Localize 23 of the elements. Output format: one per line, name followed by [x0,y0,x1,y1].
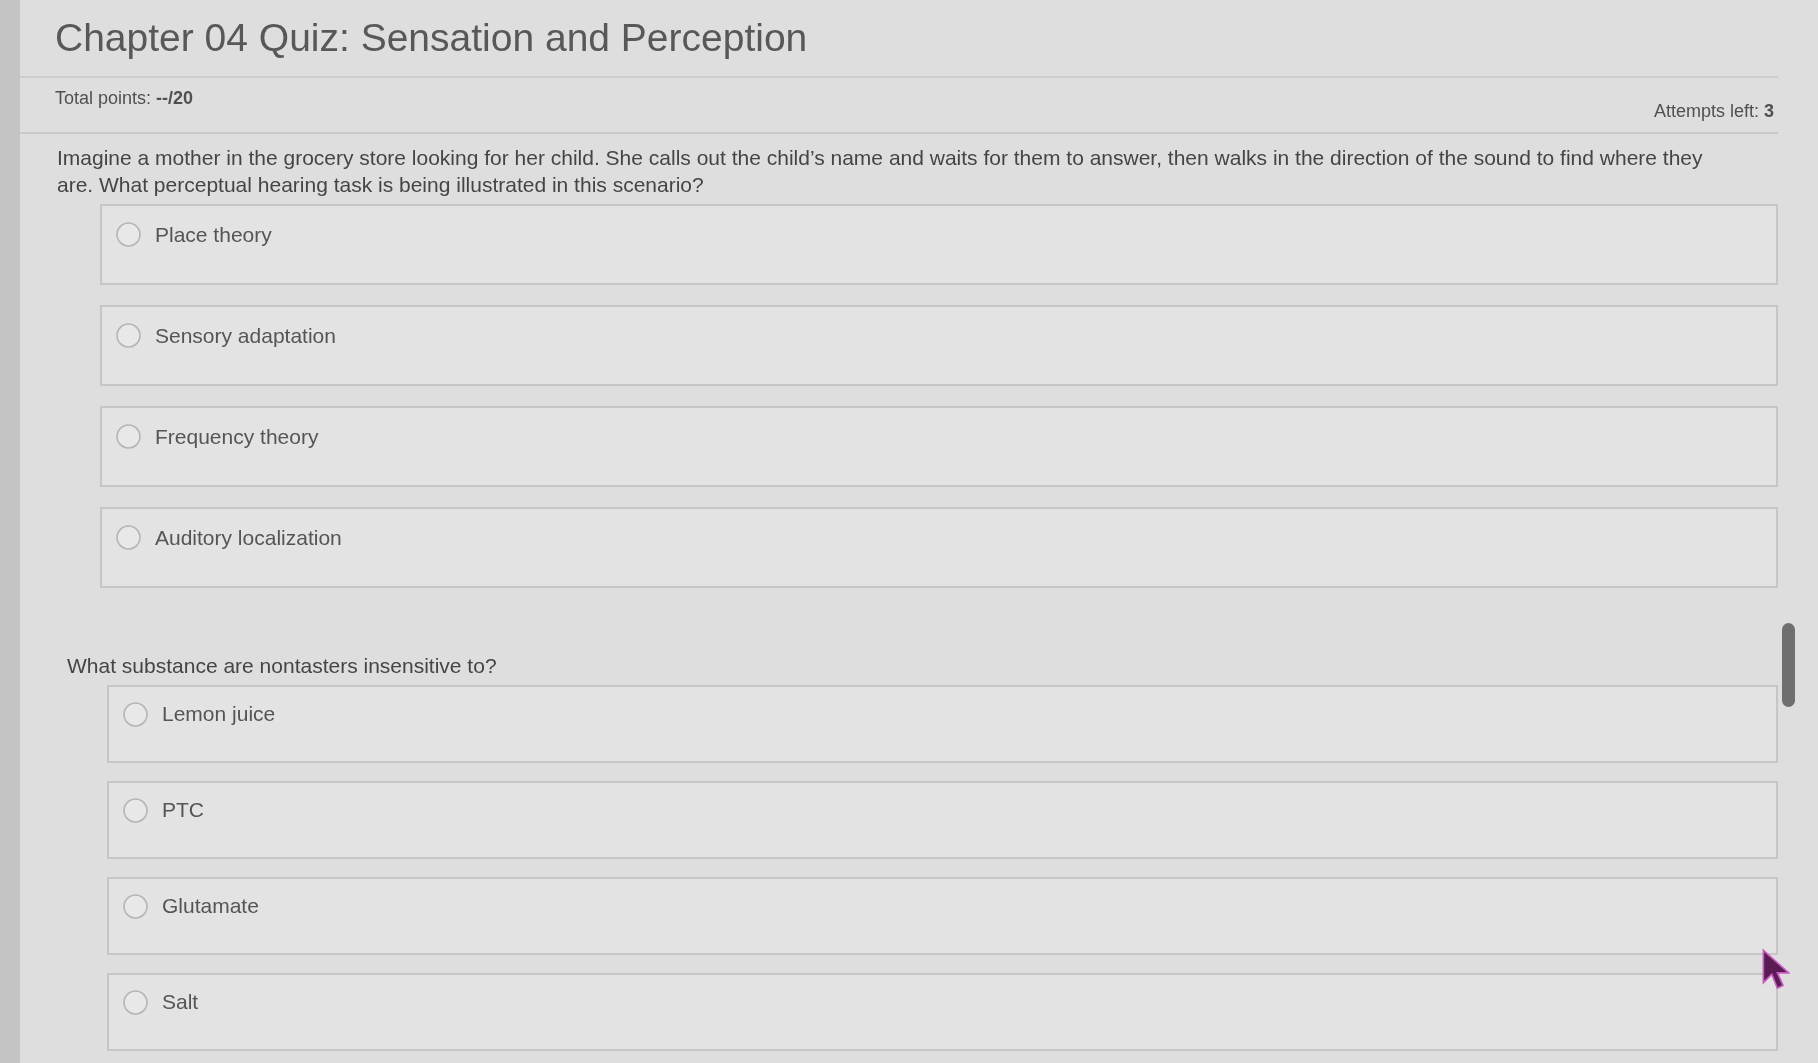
radio-button[interactable] [116,222,141,247]
total-points: Total points: --/20 [55,88,194,110]
radio-button[interactable] [123,701,148,727]
cursor-icon [1762,948,1790,992]
radio-button[interactable] [123,797,148,823]
radio-button[interactable] [116,525,141,550]
radio-button[interactable] [116,424,141,449]
question-text: Imagine a mother in the grocery store looking for her child. She calls out the child’s name and waits for them to answer, then walks in the direction of the sound to find where they are. What perceptual hearing task is being illustrated in this scenario? [57,145,1704,198]
attempts-left: Attempts left: 3 [1653,101,1774,122]
answer-option[interactable]: Salt [107,973,1778,1051]
answer-option[interactable]: Auditory localization [100,507,1778,588]
radio-button[interactable] [123,989,148,1015]
answer-option[interactable]: Sensory adaptation [100,305,1778,386]
question-text: What substance are nontasters insensitive to? [67,653,498,679]
answer-option[interactable]: Place theory [100,204,1778,285]
answer-option[interactable]: Glutamate [107,877,1778,955]
answer-option[interactable]: PTC [107,781,1778,859]
scrollbar-thumb[interactable] [1782,623,1795,707]
answer-option[interactable]: Frequency theory [100,406,1778,487]
radio-button[interactable] [123,893,148,919]
quiz-title: Chapter 04 Quiz: Sensation and Perception [20,16,1778,78]
answer-option[interactable]: Lemon juice [107,685,1778,763]
radio-button[interactable] [116,323,141,348]
